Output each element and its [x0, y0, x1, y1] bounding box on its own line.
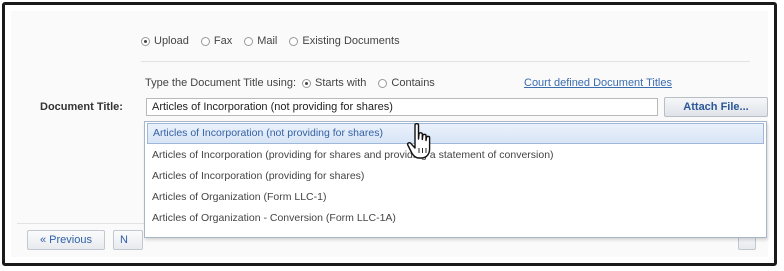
match-mode-prompt: Type the Document Title using:	[145, 77, 297, 89]
radio-unselected-icon	[378, 78, 388, 88]
window-frame: Upload Fax Mail Existing Documents Type …	[2, 2, 777, 266]
document-title-label: Document Title:	[40, 101, 123, 113]
suggestion-item[interactable]: Articles of Organization - Conversion (F…	[145, 208, 766, 229]
attach-file-button[interactable]: Attach File...	[664, 97, 768, 117]
radio-starts-with-label: Starts with	[315, 77, 367, 89]
hand-pointer-icon	[406, 123, 431, 159]
next-button[interactable]: N	[113, 230, 143, 250]
radio-unselected-icon	[200, 36, 210, 46]
radio-mail[interactable]: Mail	[244, 35, 277, 47]
radio-fax[interactable]: Fax	[200, 35, 233, 47]
radio-unselected-icon	[289, 36, 299, 46]
document-title-input[interactable]: Articles of Incorporation (not providing…	[146, 98, 658, 116]
suggestion-item[interactable]: Articles of Organization (Form LLC-1)	[145, 187, 766, 208]
delivery-method-group: Upload Fax Mail Existing Documents	[141, 35, 412, 47]
court-defined-titles-link[interactable]: Court defined Document Titles	[524, 77, 672, 89]
form-panel: Upload Fax Mail Existing Documents Type …	[11, 11, 768, 257]
suggestion-item[interactable]: Articles of Incorporation (providing for…	[145, 145, 766, 166]
radio-starts-with[interactable]: Starts with	[302, 77, 366, 89]
suggestion-item[interactable]: Articles of Incorporation (not providing…	[147, 123, 764, 144]
radio-selected-icon	[302, 78, 312, 88]
radio-mail-label: Mail	[257, 35, 278, 47]
radio-contains-label: Contains	[391, 77, 435, 89]
radio-existing-documents-label: Existing Documents	[302, 35, 400, 47]
match-mode-group: Type the Document Title using: Starts wi…	[145, 77, 447, 89]
previous-button[interactable]: « Previous	[27, 230, 105, 250]
suggestion-item[interactable]: Articles of Incorporation (providing for…	[145, 166, 766, 187]
title-suggestions-dropdown: Articles of Incorporation (not providing…	[144, 121, 767, 238]
radio-selected-icon	[141, 36, 150, 46]
radio-fax-label: Fax	[213, 35, 233, 47]
section-divider	[141, 61, 750, 62]
radio-upload-label: Upload	[154, 35, 189, 47]
radio-unselected-icon	[244, 36, 254, 46]
radio-existing-documents[interactable]: Existing Documents	[289, 35, 400, 47]
radio-contains[interactable]: Contains	[378, 77, 435, 89]
radio-upload[interactable]: Upload	[141, 35, 189, 47]
